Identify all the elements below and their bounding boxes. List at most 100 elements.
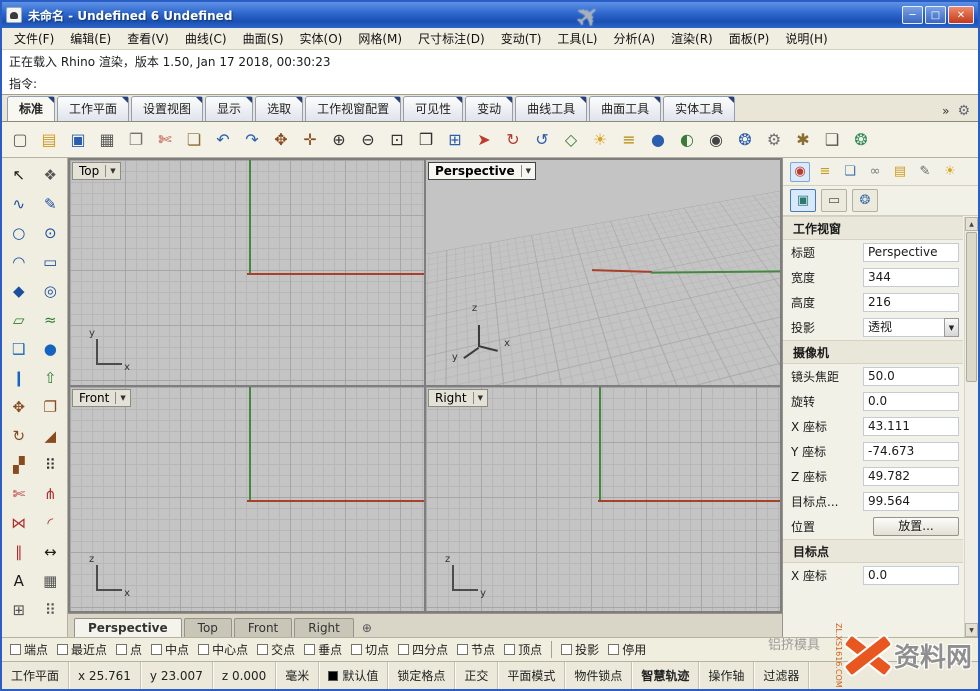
save-file-icon[interactable]: ▣	[64, 126, 92, 154]
osnap-end[interactable]: 端点	[10, 641, 48, 658]
sketch-icon[interactable]: ✎	[36, 191, 64, 217]
y-coordinate[interactable]: y 23.007	[141, 662, 213, 689]
zoom-out-icon[interactable]: ⊖	[354, 126, 382, 154]
menu-help[interactable]: 说明(H)	[777, 28, 835, 49]
viewport-menu-arrow-icon[interactable]: ▼	[115, 392, 129, 404]
tab-transform[interactable]: 变动	[465, 96, 513, 121]
light-icon[interactable]: ☀	[586, 126, 614, 154]
lights-tab-icon[interactable]: ☀	[940, 162, 960, 182]
selection-frame-icon[interactable]: ❑	[818, 126, 846, 154]
scroll-up-icon[interactable]: ▲	[965, 217, 978, 231]
panel-scrollbar[interactable]: ▲ ▼	[964, 217, 978, 637]
osnap-tangent[interactable]: 切点	[351, 641, 389, 658]
osnap-disable[interactable]: 停用	[608, 641, 646, 658]
scrollbar-track[interactable]	[965, 231, 978, 623]
osnap-near[interactable]: 最近点	[57, 641, 107, 658]
arc-icon[interactable]: ◠	[5, 249, 33, 275]
x-coordinate[interactable]: x 25.761	[69, 662, 141, 689]
cplane-button[interactable]: 工作平面	[2, 662, 69, 689]
checkbox-icon[interactable]	[198, 644, 209, 655]
properties-tab-icon[interactable]: ◉	[790, 162, 810, 182]
offset-icon[interactable]: ∥	[5, 539, 33, 565]
dimension-icon[interactable]: ↔	[36, 539, 64, 565]
dropdown-arrow-icon[interactable]: ▼	[944, 318, 959, 337]
tab-display[interactable]: 显示	[205, 96, 253, 121]
rectangle-icon[interactable]: ▭	[36, 249, 64, 275]
checkbox-icon[interactable]	[257, 644, 268, 655]
viewport-perspective-title[interactable]: Perspective ▼	[428, 162, 536, 180]
property-value[interactable]: 49.782	[863, 467, 959, 486]
split-icon[interactable]: ⋔	[36, 481, 64, 507]
osnap-perpendicular[interactable]: 垂点	[304, 641, 342, 658]
viewport-menu-arrow-icon[interactable]: ▼	[105, 165, 119, 177]
osnap-mid[interactable]: 中点	[151, 641, 189, 658]
viewport-right[interactable]: z y Right ▼	[426, 387, 780, 612]
menu-tools[interactable]: 工具(L)	[549, 28, 605, 49]
link-tab-icon[interactable]: ∞	[865, 162, 885, 182]
redo-icon[interactable]: ↷	[238, 126, 266, 154]
cut-icon[interactable]: ✄	[151, 126, 179, 154]
ortho-toggle[interactable]: 正交	[455, 662, 498, 689]
viewport-front-title[interactable]: Front ▼	[72, 389, 131, 407]
earth-icon[interactable]: ❂	[847, 126, 875, 154]
move-icon[interactable]: ✛	[296, 126, 324, 154]
set-view-icon[interactable]: ◇	[557, 126, 585, 154]
viewport-front[interactable]: z x Front ▼	[70, 387, 424, 612]
close-button[interactable]: ✕	[948, 6, 974, 24]
hatch-icon[interactable]: ▦	[36, 568, 64, 594]
render-icon[interactable]: ●	[644, 126, 672, 154]
pan-icon[interactable]: ✥	[267, 126, 295, 154]
shaded-view-icon[interactable]: ◉	[702, 126, 730, 154]
sphere-icon[interactable]: ●	[36, 336, 64, 362]
layers-tab-icon[interactable]: ≡	[815, 162, 835, 182]
copy-tool-icon[interactable]: ❐	[36, 394, 64, 420]
z-coordinate[interactable]: z 0.000	[213, 662, 276, 689]
tab-viewport-layout[interactable]: 工作视窗配置	[305, 96, 401, 121]
select-brush-icon[interactable]: ❖	[36, 162, 64, 188]
checkbox-icon[interactable]	[561, 644, 572, 655]
gumball-toggle[interactable]: 操作轴	[699, 662, 754, 689]
smarttrack-toggle[interactable]: 智慧轨迹	[632, 662, 699, 689]
join-icon[interactable]: ⋈	[5, 510, 33, 536]
zoom-extents-icon[interactable]: ❒	[412, 126, 440, 154]
scroll-down-icon[interactable]: ▼	[965, 623, 978, 637]
osnap-vertex[interactable]: 顶点	[504, 641, 542, 658]
undo-view-icon[interactable]: ↺	[528, 126, 556, 154]
menu-curve[interactable]: 曲线(C)	[177, 28, 235, 49]
property-value[interactable]: Perspective	[863, 243, 959, 262]
curve-icon[interactable]: ∿	[5, 191, 33, 217]
circle-center-icon[interactable]: ⊙	[36, 220, 64, 246]
command-input[interactable]	[41, 75, 971, 91]
options-icon[interactable]: ✱	[789, 126, 817, 154]
camera-mode-icon[interactable]: ▣	[790, 189, 816, 212]
planar-toggle[interactable]: 平面模式	[498, 662, 565, 689]
tab-set-view[interactable]: 设置视图	[131, 96, 203, 121]
vtab-right[interactable]: Right	[294, 618, 354, 637]
paste-icon[interactable]: ❏	[180, 126, 208, 154]
property-value[interactable]: 216	[863, 293, 959, 312]
zoom-window-icon[interactable]: ⊡	[383, 126, 411, 154]
new-file-icon[interactable]: ▢	[6, 126, 34, 154]
viewport-top[interactable]: y x Top ▼	[70, 160, 424, 385]
checkbox-icon[interactable]	[351, 644, 362, 655]
property-value[interactable]: 50.0	[863, 367, 959, 386]
osnap-quadrant[interactable]: 四分点	[398, 641, 448, 658]
osnap-toggle[interactable]: 物件锁点	[565, 662, 632, 689]
gears-icon[interactable]: ⚙	[760, 126, 788, 154]
layer-tools-icon[interactable]: ≡	[615, 126, 643, 154]
select-icon[interactable]: ↖	[5, 162, 33, 188]
property-value[interactable]: 透视	[863, 318, 944, 337]
cylinder-icon[interactable]: ❙	[5, 365, 33, 391]
display-tab-icon[interactable]: ❏	[840, 162, 860, 182]
tab-settings-gear-icon[interactable]: ⚙	[954, 103, 973, 121]
menu-mesh[interactable]: 网格(M)	[350, 28, 410, 49]
tab-select[interactable]: 选取	[255, 96, 303, 121]
ellipse-icon[interactable]: ◎	[36, 278, 64, 304]
move-tool-icon[interactable]: ✥	[5, 394, 33, 420]
property-value[interactable]: 344	[863, 268, 959, 287]
linked-spheres-icon[interactable]: ❂	[852, 189, 878, 212]
trim-icon[interactable]: ✄	[5, 481, 33, 507]
viewport-perspective[interactable]: z x y Perspective ▼	[426, 160, 780, 385]
tab-curve-tools[interactable]: 曲线工具	[515, 96, 587, 121]
units-cell[interactable]: 毫米	[276, 662, 319, 689]
